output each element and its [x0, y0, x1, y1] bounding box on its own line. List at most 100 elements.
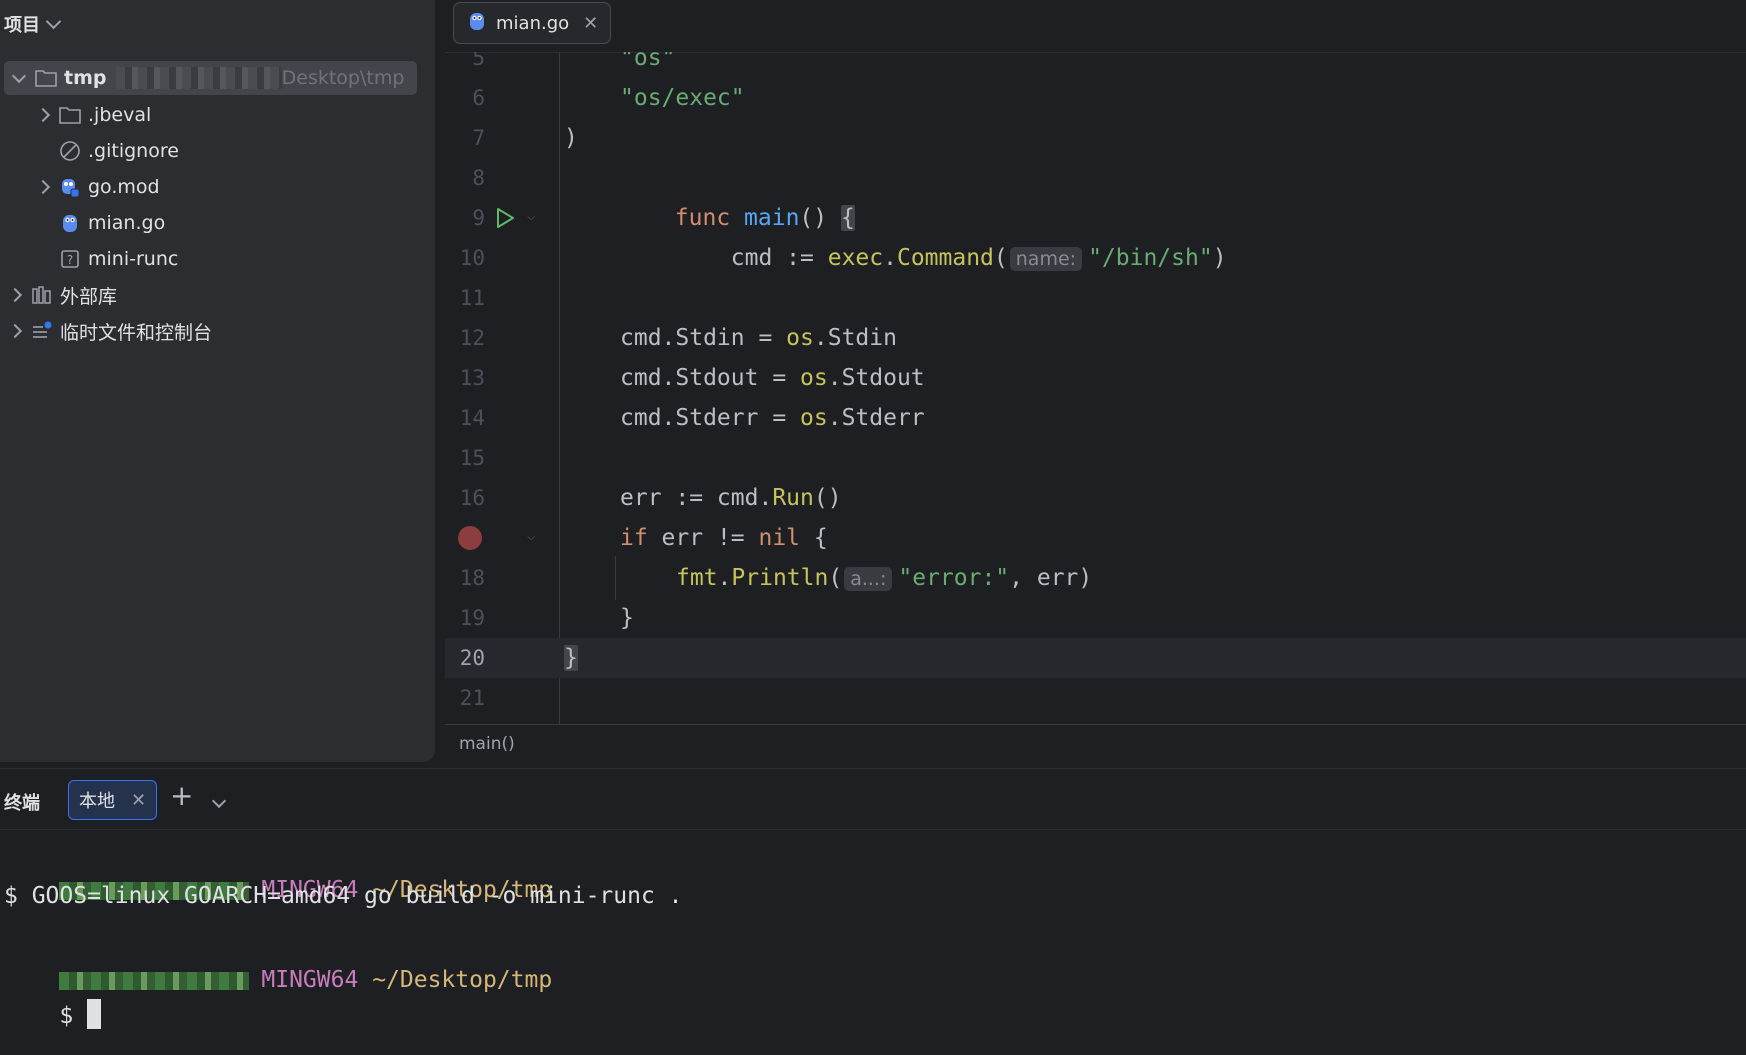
- close-icon[interactable]: ✕: [131, 790, 146, 811]
- code-line: 13 cmd.Stdout = os.Stdout: [445, 358, 1746, 398]
- fold-icon[interactable]: ⌵: [527, 208, 535, 224]
- chevron-right-icon[interactable]: [0, 323, 30, 339]
- tab-mian-go[interactable]: mian.go ✕: [453, 2, 612, 44]
- terminal-title: 终端: [4, 793, 40, 814]
- code-line: 17 ⌵ if err != nil {: [445, 518, 1746, 558]
- terminal-prompt: $: [59, 1003, 88, 1029]
- code-line: 18 fmt.Println(a...: "error:", err): [445, 556, 1746, 600]
- code-text: .Stdin: [813, 325, 897, 351]
- code-string: "/bin/sh": [1088, 245, 1213, 271]
- terminal-tab-label: 本地: [79, 791, 115, 812]
- terminal-env: MINGW64: [261, 967, 359, 993]
- run-icon[interactable]: [493, 206, 517, 230]
- chevron-down-icon[interactable]: [211, 791, 227, 810]
- terminal-command-line: $ GOOS=linux GOARCH=amd64 go build -o mi…: [4, 883, 683, 909]
- svg-text:?: ?: [67, 253, 73, 267]
- breadcrumb[interactable]: main(): [445, 724, 1746, 763]
- tree-item-scratches[interactable]: 临时文件和控制台: [0, 314, 420, 348]
- line-number: 6: [472, 86, 485, 110]
- ignored-file-icon: [58, 139, 82, 163]
- code-line: 21: [445, 678, 1746, 718]
- chevron-right-icon[interactable]: [28, 179, 58, 195]
- code-text: cmd.Stderr =: [620, 405, 801, 431]
- line-number: 15: [459, 446, 485, 470]
- code-text: .: [883, 245, 897, 271]
- code-text: (: [828, 565, 843, 591]
- tree-item-mini-runc[interactable]: ? mini-runc: [0, 242, 478, 276]
- project-title: 项目: [4, 15, 40, 36]
- tree-item-mian-go[interactable]: mian.go: [0, 206, 478, 240]
- code-line: 12 cmd.Stdin = os.Stdin: [445, 318, 1746, 358]
- gopher-icon: [466, 10, 488, 37]
- code-area[interactable]: 5 "os" 6 "os/exec" 7 ) 8 9 ⌵ func main()…: [445, 52, 1746, 724]
- breakpoint-icon[interactable]: [458, 526, 482, 550]
- terminal-tab-local[interactable]: 本地 ✕: [68, 780, 158, 820]
- fold-icon[interactable]: ⌵: [527, 528, 535, 544]
- line-number: 14: [459, 406, 485, 430]
- line-number: 21: [459, 686, 485, 710]
- code-brace: }: [564, 645, 578, 671]
- gopher-icon: [58, 211, 82, 235]
- tree-item-label: mini-runc: [88, 248, 179, 270]
- folder-icon: [58, 103, 82, 127]
- line-number: 9: [472, 206, 485, 230]
- terminal-input-line[interactable]: $: [4, 973, 102, 1055]
- tree-item-label: tmp: [64, 67, 107, 89]
- tree-item-label: .gitignore: [88, 140, 179, 162]
- library-icon: [30, 283, 54, 307]
- close-icon[interactable]: ✕: [583, 13, 598, 34]
- code-line: 10 cmd := exec.Command(name: "/bin/sh"): [445, 238, 1746, 278]
- tree-item-label: 临时文件和控制台: [60, 321, 213, 344]
- line-number: 16: [459, 486, 485, 510]
- tree-item-jbeval[interactable]: .jbeval: [0, 98, 448, 132]
- tree-item-label: 外部库: [60, 285, 118, 308]
- code-text: {: [800, 525, 828, 551]
- line-number: 13: [459, 366, 485, 390]
- tree-item-external-libraries[interactable]: 外部库: [0, 278, 420, 312]
- tree-item-label: .jbeval: [88, 104, 152, 126]
- tree-item-label: go.mod: [88, 176, 160, 198]
- param-hint: name:: [1009, 247, 1083, 271]
- code-text: .Stdout: [827, 365, 925, 391]
- chevron-right-icon[interactable]: [28, 107, 58, 123]
- code-call: Command: [896, 245, 994, 271]
- code-line: 11: [445, 278, 1746, 318]
- scratches-icon: [30, 319, 54, 343]
- code-text: cmd.Stdin =: [620, 325, 787, 351]
- editor-tab-strip: mian.go ✕: [445, 0, 1746, 53]
- code-line: 15: [445, 438, 1746, 478]
- code-text: }: [620, 605, 634, 631]
- code-text: .: [717, 565, 732, 591]
- gomod-icon: [58, 175, 82, 199]
- add-icon[interactable]: +: [170, 779, 193, 812]
- folder-icon: [34, 66, 58, 90]
- line-number: 8: [472, 166, 485, 190]
- code-keyword: if: [620, 525, 648, 551]
- breadcrumb-item[interactable]: main(): [459, 734, 515, 754]
- code-line-current: 20 }: [445, 638, 1746, 678]
- code-package: os: [800, 365, 828, 391]
- param-hint: a...:: [844, 567, 893, 591]
- editor: mian.go ✕ 5 "os" 6 "os/exec" 7 ) 8 9 ⌵ f…: [445, 0, 1746, 762]
- tree-item-gomod[interactable]: go.mod: [0, 170, 448, 204]
- project-view-selector[interactable]: 项目: [4, 10, 62, 38]
- line-number: 20: [459, 646, 485, 670]
- chevron-down-icon[interactable]: [4, 68, 34, 84]
- tab-label: mian.go: [496, 12, 570, 34]
- code-text: err := cmd.: [620, 485, 773, 511]
- terminal-path: ~/Desktop/tmp: [372, 967, 553, 993]
- code-package: exec: [827, 245, 884, 271]
- line-number: 18: [459, 566, 485, 590]
- line-number: 12: [459, 326, 485, 350]
- code-line: 19 }: [445, 598, 1746, 638]
- code-text: err !=: [647, 525, 759, 551]
- line-number: 11: [459, 286, 485, 310]
- line-number: 10: [459, 246, 485, 270]
- tree-item-gitignore[interactable]: .gitignore: [0, 134, 478, 168]
- code-string: "os": [620, 52, 676, 71]
- chevron-right-icon[interactable]: [0, 287, 30, 303]
- terminal-header: 终端 本地 ✕ +: [0, 769, 1746, 830]
- line-number: 5: [472, 52, 485, 70]
- code-package: fmt: [676, 565, 718, 591]
- tree-item-tmp[interactable]: tmp C:\Users\█████\Desktop\tmp: [4, 61, 417, 95]
